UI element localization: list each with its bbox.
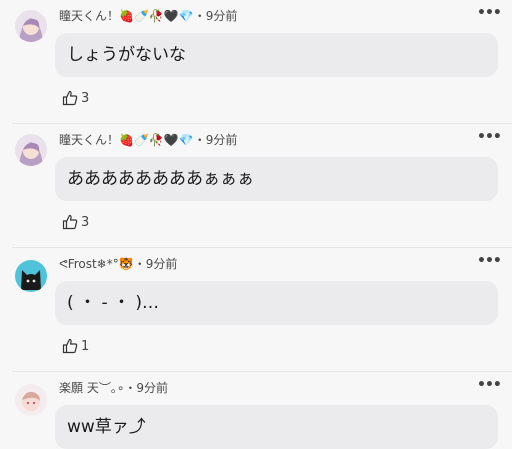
more-options-icon[interactable]: ••• (477, 376, 502, 396)
username[interactable]: 楽願 天︶｡∘ (59, 381, 124, 395)
meta-separator: ・ (193, 133, 206, 147)
comment-text: ああああああああぁぁぁ (55, 157, 498, 201)
comment-item: ᕙFrost❄*°🐯・9分前 ••• ( ・ - ・ )… 1 (0, 248, 512, 366)
timestamp: 9分前 (205, 133, 238, 147)
meta-separator: ・ (193, 9, 206, 23)
user-badges: 🍓🍼🥀🖤💎 (119, 133, 194, 147)
meta-separator: ・ (124, 381, 137, 395)
more-options-icon[interactable]: ••• (477, 252, 502, 272)
username[interactable]: 瞳天くん！ (59, 133, 119, 147)
more-options-icon[interactable]: ••• (477, 128, 502, 148)
comment-text: ( ・ - ・ )… (55, 281, 498, 325)
comment-item: 瞳天くん！🍓🍼🥀🖤💎・9分前 ••• しょうがないな 3 (0, 0, 512, 118)
timestamp: 9分前 (205, 9, 238, 23)
comment-item: 楽願 天︶｡∘・9分前 ••• ww草ァ⤴ (0, 372, 512, 449)
comment-meta: ᕙFrost❄*°🐯・9分前 (59, 255, 177, 273)
comment-text: ww草ァ⤴ (55, 405, 498, 449)
like-count: 3 (81, 214, 90, 230)
thumbs-up-icon (62, 90, 78, 106)
thumbs-up-icon (62, 338, 78, 354)
like-count: 3 (81, 90, 90, 106)
like-count: 1 (81, 338, 90, 354)
like-button[interactable]: 3 (62, 214, 89, 230)
user-badges: 🍓🍼🥀🖤💎 (119, 9, 194, 23)
comment-text: しょうがないな (55, 33, 498, 77)
user-badges: 🐯 (118, 257, 134, 271)
comment-meta: 楽願 天︶｡∘・9分前 (59, 379, 168, 397)
comment-item: 瞳天くん！🍓🍼🥀🖤💎・9分前 ••• ああああああああぁぁぁ 3 (0, 124, 512, 242)
username[interactable]: 瞳天くん！ (59, 9, 119, 23)
like-button[interactable]: 3 (62, 90, 89, 106)
user-avatar[interactable] (15, 260, 47, 292)
comment-meta: 瞳天くん！🍓🍼🥀🖤💎・9分前 (59, 131, 237, 149)
timestamp: 9分前 (145, 257, 178, 271)
thumbs-up-icon (62, 214, 78, 230)
like-button[interactable]: 1 (62, 338, 89, 354)
username[interactable]: ᕙFrost❄*° (59, 257, 119, 271)
user-avatar[interactable] (15, 10, 47, 42)
user-avatar[interactable] (15, 134, 47, 166)
timestamp: 9分前 (136, 381, 168, 395)
more-options-icon[interactable]: ••• (477, 4, 502, 24)
comment-meta: 瞳天くん！🍓🍼🥀🖤💎・9分前 (59, 7, 237, 25)
meta-separator: ・ (133, 257, 146, 271)
user-avatar[interactable] (15, 384, 47, 416)
